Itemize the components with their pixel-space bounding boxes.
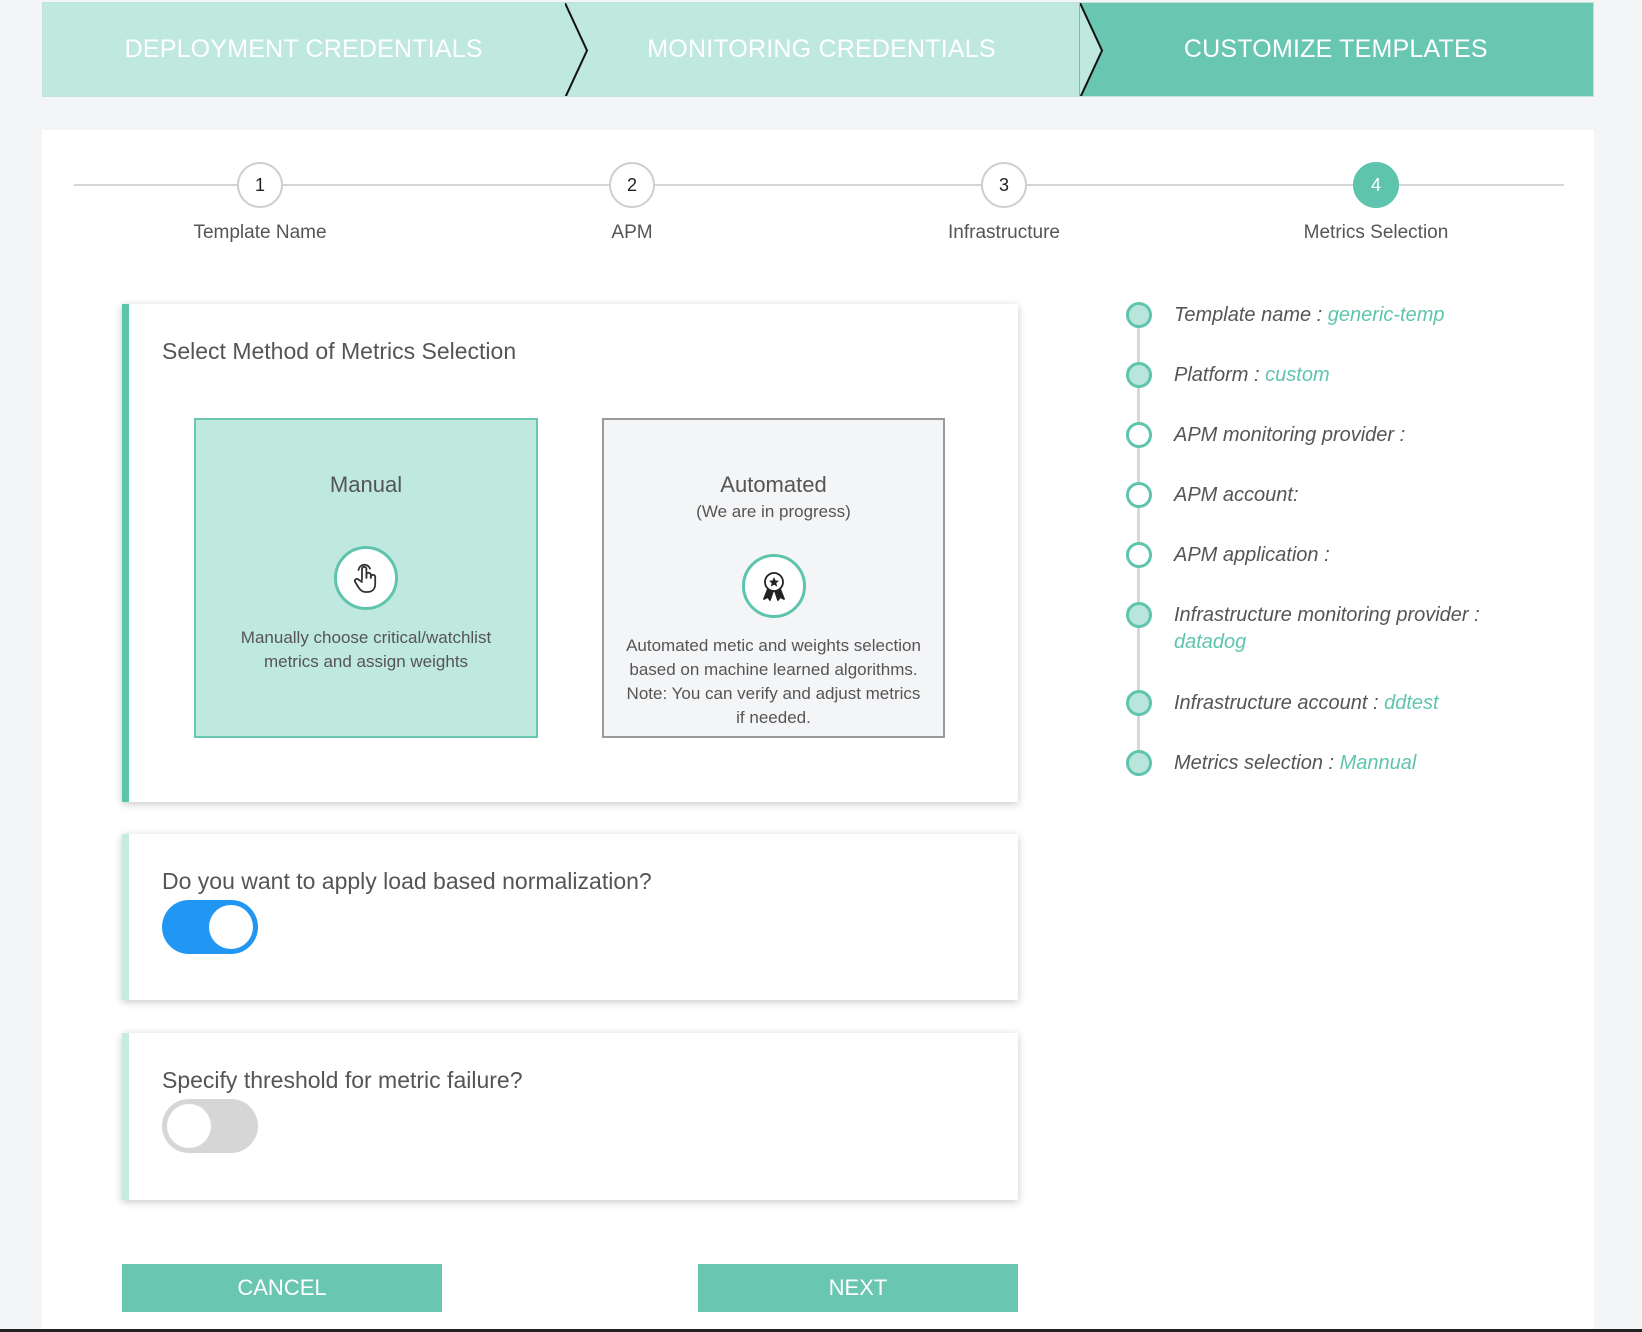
summary-label: APM account: [1174, 484, 1299, 506]
threshold-card: Specify threshold for metric failure? [122, 1033, 1018, 1200]
option-description: Manually choose critical/watchlist metri… [240, 628, 492, 671]
stepper-step-template-name[interactable]: 1 Template Name [160, 162, 360, 244]
summary-value: generic-temp [1327, 304, 1445, 326]
card-accent-bar [122, 304, 129, 802]
normalization-toggle[interactable] [162, 900, 258, 954]
automated-option[interactable]: Automated (We are in progress) Automated… [602, 418, 945, 738]
summary-value: ddtest [1384, 692, 1439, 714]
summary-label: APM application : [1174, 544, 1330, 566]
summary-value: custom [1265, 364, 1330, 386]
wizard-step-label: DEPLOYMENT CREDENTIALS [124, 35, 483, 63]
pointer-hand-icon [334, 546, 398, 610]
threshold-question: Specify threshold for metric failure? [162, 1067, 523, 1093]
timeline-dot [1126, 422, 1152, 448]
stepper-step-metrics-selection[interactable]: 4 Metrics Selection [1276, 162, 1476, 244]
option-title: Automated [720, 472, 827, 497]
step-number: 4 [1353, 162, 1399, 208]
summary-item-apm-account: APM account: [1126, 482, 1574, 509]
summary-label: Infrastructure account : [1174, 692, 1379, 714]
toggle-knob [209, 905, 253, 949]
award-ribbon-icon [741, 554, 806, 618]
wizard-step-monitoring-credentials[interactable]: MONITORING CREDENTIALS [564, 3, 1079, 96]
option-title: Manual [329, 472, 403, 497]
summary-label: APM monitoring provider : [1174, 424, 1406, 446]
manual-option[interactable]: Manual Manually choose critical/watchlis… [194, 418, 538, 738]
card-accent-bar [122, 1033, 129, 1200]
step-number: 2 [609, 162, 655, 208]
summary-label: Infrastructure monitoring provider : [1174, 604, 1480, 626]
threshold-toggle[interactable] [162, 1099, 258, 1153]
step-label: APM [611, 222, 653, 243]
toggle-knob [167, 1104, 211, 1148]
summary-item-infra-account: Infrastructure account : ddtest [1126, 690, 1574, 717]
summary-label: Platform : [1174, 364, 1260, 386]
stepper-step-infrastructure[interactable]: 3 Infrastructure [904, 162, 1104, 244]
summary-label: Template name : [1174, 304, 1323, 326]
step-number: 3 [981, 162, 1027, 208]
timeline-dot [1126, 750, 1152, 776]
wizard-step-label: CUSTOMIZE TEMPLATES [1183, 35, 1488, 63]
timeline-dot [1126, 482, 1152, 508]
option-subtitle: (We are in progress) [696, 502, 851, 521]
option-description: Automated metic and weights selection ba… [626, 636, 921, 727]
wizard-step-customize-templates[interactable]: CUSTOMIZE TEMPLATES [1078, 3, 1593, 96]
wizard-progress: DEPLOYMENT CREDENTIALS MONITORING CREDEN… [42, 2, 1594, 97]
wizard-step-deployment-credentials[interactable]: DEPLOYMENT CREDENTIALS [43, 3, 565, 96]
cancel-button[interactable]: CANCEL [122, 1264, 442, 1312]
step-label: Infrastructure [948, 222, 1060, 243]
summary-item-metrics-selection: Metrics selection : Mannual [1126, 750, 1574, 777]
wizard-separator-chevron [1080, 3, 1110, 96]
next-button[interactable]: NEXT [698, 1264, 1018, 1312]
summary-value: datadog [1174, 631, 1247, 653]
summary-item-apm-provider: APM monitoring provider : [1126, 422, 1574, 449]
timeline-dot [1126, 542, 1152, 568]
step-number: 1 [237, 162, 283, 208]
wizard-step-label: MONITORING CREDENTIALS [647, 35, 996, 63]
stepper-step-apm[interactable]: 2 APM [532, 162, 732, 244]
timeline-dot [1126, 362, 1152, 388]
card-accent-bar [122, 834, 129, 1000]
metrics-method-card: Select Method of Metrics Selection Manua… [122, 304, 1018, 802]
summary-value: Mannual [1339, 752, 1417, 774]
summary-item-template-name: Template name : generic-temp [1126, 302, 1574, 329]
timeline-dot [1126, 690, 1152, 716]
step-label: Metrics Selection [1303, 222, 1449, 243]
timeline-dot [1126, 602, 1152, 628]
summary-item-platform: Platform : custom [1126, 362, 1574, 389]
step-label: Template Name [193, 222, 327, 243]
summary-item-infra-provider: Infrastructure monitoring provider : data… [1126, 602, 1574, 656]
card-title: Select Method of Metrics Selection [162, 338, 517, 364]
normalization-card: Do you want to apply load based normaliz… [122, 834, 1018, 1000]
summary-label: Metrics selection : [1174, 752, 1335, 774]
summary-item-apm-application: APM application : [1126, 542, 1574, 569]
timeline-dot [1126, 302, 1152, 328]
wizard-separator-chevron [565, 3, 589, 96]
normalization-question: Do you want to apply load based normaliz… [162, 868, 652, 894]
